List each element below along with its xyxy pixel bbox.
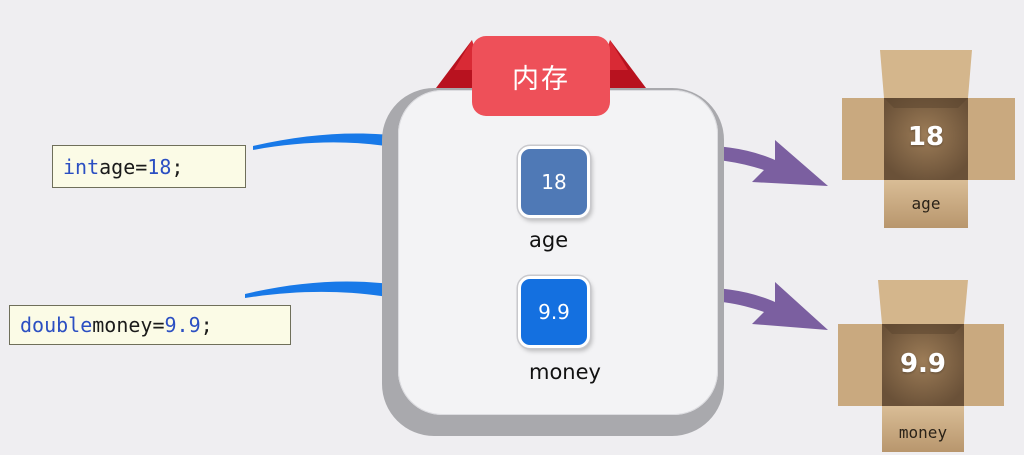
code-terminator: ; [200,313,213,337]
code-value: 9.9 [164,313,201,337]
code-operator: = [135,154,148,179]
code-variable-name: money [92,313,153,337]
memory-cell-age-label: age [529,228,569,252]
code-line-int: int age = 18; [52,145,246,188]
box-money-value: 9.9 [899,349,947,379]
code-operator: = [152,313,165,337]
memory-title: 内存 [472,36,610,116]
code-terminator: ; [171,154,184,179]
code-line-double: double money = 9.9; [9,305,291,345]
code-variable-name: age [99,154,136,179]
box-age-value: 18 [907,122,945,152]
box-money-name: money [898,423,948,442]
box-age-name: age [911,194,941,213]
memory-cell-age: 18 [518,146,590,218]
code-value: 18 [147,154,172,179]
code-keyword: double [20,313,93,337]
memory-cell-money: 9.9 [518,276,590,348]
code-keyword: int [63,154,100,179]
memory-cell-money-label: money [529,360,601,384]
